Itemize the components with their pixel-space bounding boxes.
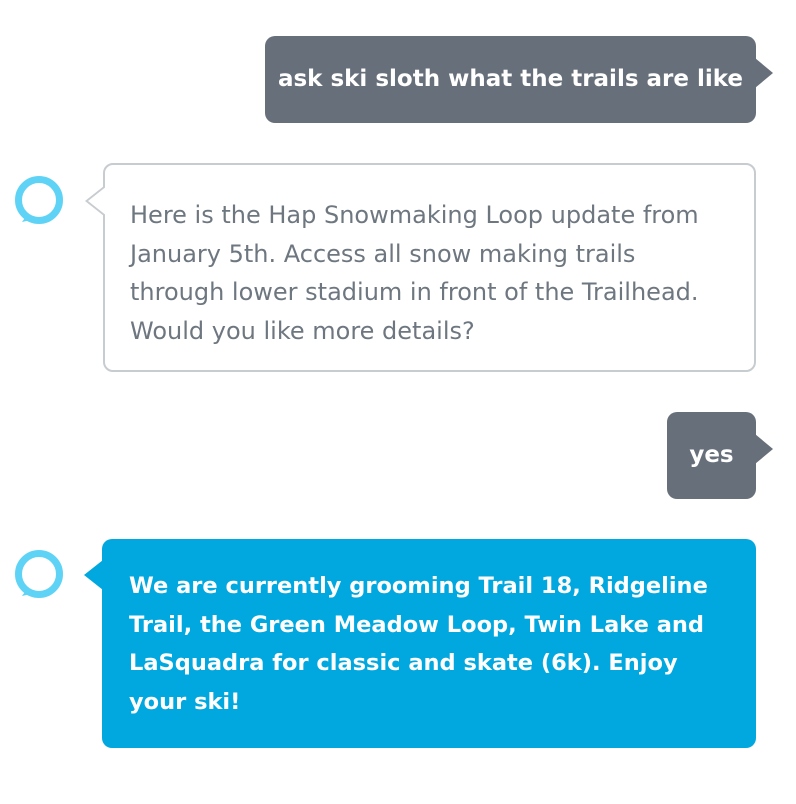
user-message-bubble: ask ski sloth what the trails are like (265, 36, 773, 123)
user-message-text: yes (689, 442, 734, 469)
alexa-ring-icon (15, 176, 63, 224)
alexa-ring-icon (15, 550, 63, 598)
user-message-text: ask ski sloth what the trails are like (277, 66, 744, 93)
bubble-tail (755, 434, 773, 464)
alexa-message-text: We are currently grooming Trail 18, Ridg… (129, 573, 708, 715)
user-message-bubble: yes (667, 412, 773, 499)
bubble-tail (755, 58, 773, 88)
bubble-tail (84, 560, 103, 590)
alexa-message-bubble-highlighted: We are currently grooming Trail 18, Ridg… (84, 539, 756, 748)
alexa-message-text: Here is the Hap Snowmaking Loop update f… (130, 201, 699, 345)
alexa-message-bubble: Here is the Hap Snowmaking Loop update f… (85, 163, 756, 372)
